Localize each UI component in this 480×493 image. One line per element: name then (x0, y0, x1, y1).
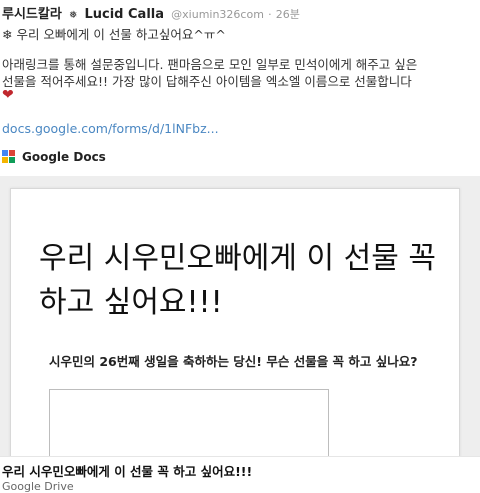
card-title[interactable]: 우리 시우민오빠에게 이 선물 꼭 하고 싶어요!!! (2, 461, 252, 480)
tweet-text-line-1: ❄ 우리 오빠에게 이 선물 하고싶어요^ㅠ^ (2, 27, 226, 42)
answer-textarea (49, 389, 329, 456)
form-title: 우리 시우민오빠에게 이 선물 꼭 하고 싶어요!!! (39, 241, 436, 320)
google-docs-icon (2, 150, 16, 164)
snowflake-icon: ❅ (68, 10, 78, 21)
card-preview-image[interactable]: 우리 시우민오빠에게 이 선물 꼭 하고 싶어요!!! 시우민의 26번째 생일… (0, 176, 480, 456)
form-question: 시우민의 26번째 생일을 축하하는 당신! 무슨 선물을 꼭 하고 싶나요? (49, 354, 418, 369)
timestamp[interactable]: 26분 (276, 8, 300, 21)
heart-icon: ❤ (2, 87, 14, 103)
display-name-latin[interactable]: Lucid Calla (84, 7, 164, 22)
divider (0, 456, 480, 457)
card-source: Google Docs (2, 148, 106, 166)
tweet-text-line-3: 선물을 적어주세요!! 가장 많이 답해주신 아이템을 엑소엘 이름으로 선물합… (2, 74, 412, 89)
form-preview: 우리 시우민오빠에게 이 선물 꼭 하고 싶어요!!! 시우민의 26번째 생일… (10, 188, 460, 456)
display-name[interactable]: 루시드칼라 (2, 7, 62, 22)
separator-dot: · (268, 8, 272, 21)
card-source-label: Google Docs (22, 150, 106, 164)
form-link[interactable]: docs.google.com/forms/d/1lNFbz... (2, 121, 219, 136)
tweet-header: 루시드칼라 ❅ Lucid Calla @xiumin326com · 26분 (2, 3, 300, 22)
user-handle[interactable]: @xiumin326com (171, 8, 264, 21)
